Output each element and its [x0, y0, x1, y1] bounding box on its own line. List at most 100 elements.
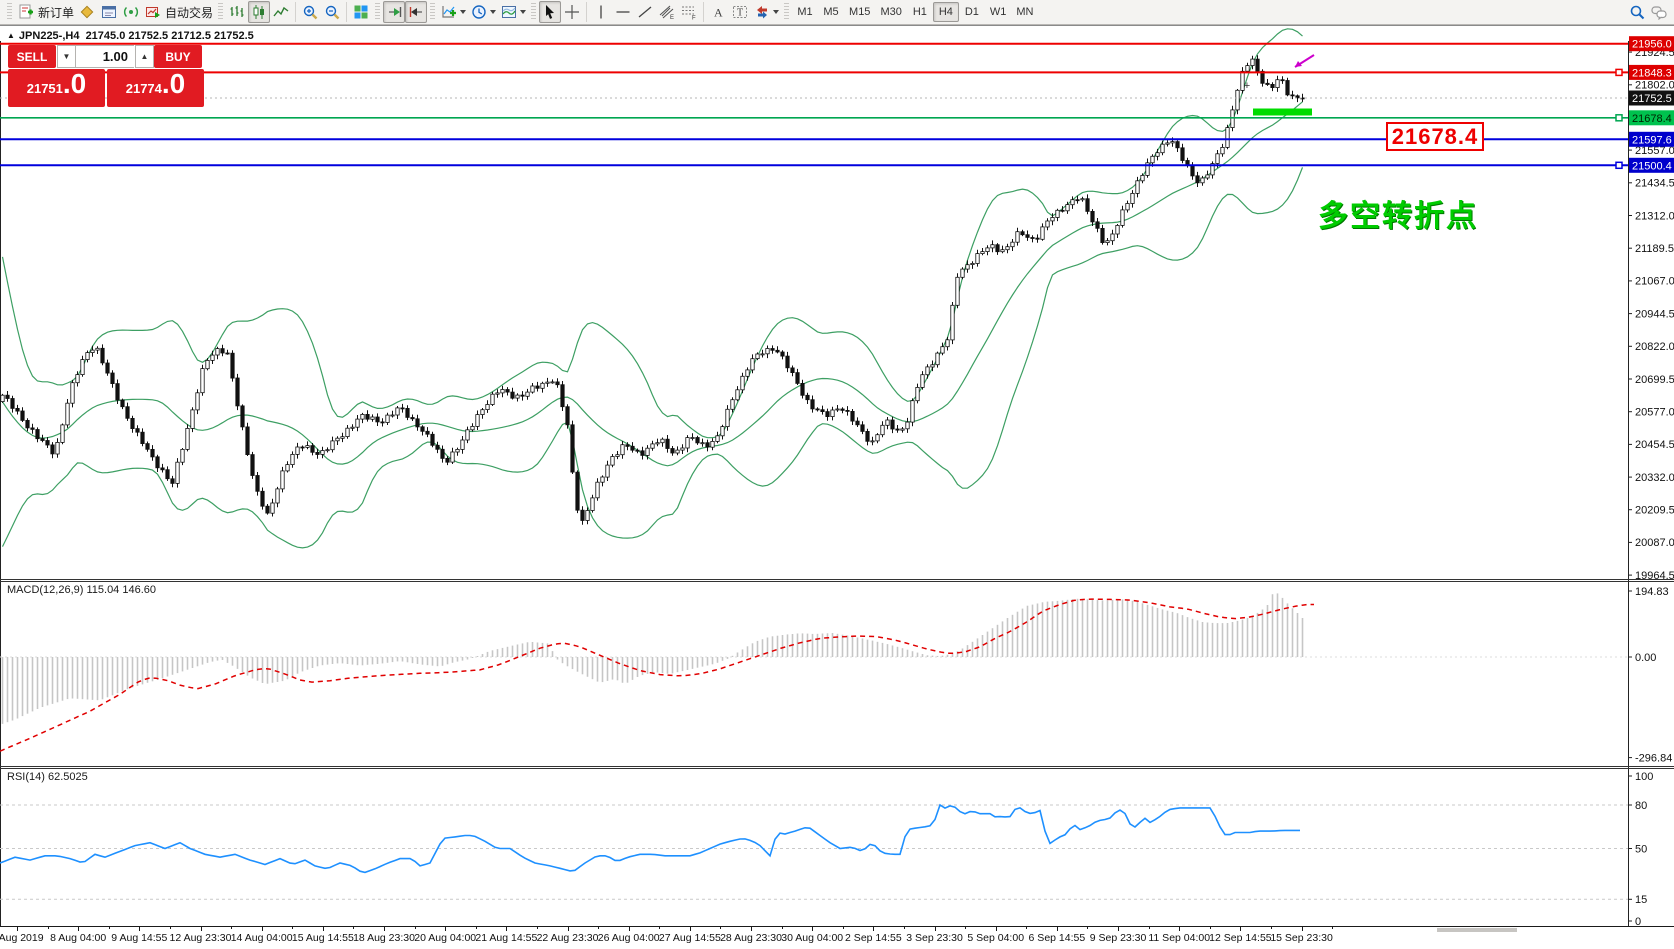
candle-bull — [1150, 155, 1155, 164]
bar-chart-button[interactable] — [226, 1, 248, 23]
cursor-button[interactable] — [539, 1, 562, 23]
date-minor-tick — [1209, 927, 1211, 929]
search-button[interactable] — [1626, 1, 1648, 23]
candle-bear — [1195, 175, 1200, 184]
fibonacci-button[interactable]: F — [678, 1, 700, 23]
toolbar-grip[interactable] — [531, 3, 537, 21]
toolbar-grip[interactable] — [375, 3, 381, 21]
templates-button[interactable] — [498, 1, 528, 23]
timeframe-d1-button[interactable]: D1 — [959, 2, 985, 22]
date-minor-tick — [781, 927, 783, 929]
buy-button[interactable]: BUY — [154, 45, 202, 68]
trendline-button[interactable] — [634, 1, 656, 23]
volume-decrease-button[interactable]: ▼ — [57, 45, 76, 68]
chart-shift-button[interactable] — [405, 1, 428, 23]
volume-input[interactable]: 1.00 — [76, 45, 134, 68]
new-order-button[interactable]: 新订单 — [15, 1, 76, 23]
pivot-annotation-text[interactable]: 多空转折点 — [1318, 191, 1478, 235]
line-handle[interactable] — [1615, 68, 1623, 77]
date-minor-tick — [720, 927, 722, 929]
candle-bull — [835, 408, 840, 411]
periods-button[interactable] — [468, 1, 498, 23]
crosshair-button[interactable] — [561, 1, 583, 23]
candle-bear — [40, 438, 45, 441]
timeframe-h1-button[interactable]: H1 — [907, 2, 933, 22]
arrows-button[interactable] — [751, 1, 781, 23]
buy-price-box[interactable]: 21774 .0 — [107, 69, 204, 107]
chart-canvas[interactable]: +21924.521802.021679.521557.021434.52131… — [0, 28, 1674, 928]
candle-bull — [595, 481, 600, 499]
candle-bull — [325, 449, 330, 452]
candle-bear — [820, 409, 825, 413]
candle-bear — [665, 438, 670, 449]
candle-bear — [425, 430, 430, 435]
date-label: 15 Aug 14:55 — [291, 932, 354, 944]
text-button[interactable]: A — [707, 1, 729, 23]
arrows-icon — [757, 6, 768, 19]
indicators-button[interactable] — [438, 1, 468, 23]
toolbar-grip[interactable] — [218, 3, 224, 21]
tile-windows-icon — [354, 5, 368, 19]
price-callout-box[interactable]: 21678.4 — [1386, 122, 1484, 151]
horizontal-line-button[interactable] — [612, 1, 634, 23]
timeframe-m15-button[interactable]: M15 — [844, 2, 875, 22]
candle-bull — [90, 349, 95, 354]
volume-increase-button[interactable]: ▲ — [135, 45, 154, 68]
timeframe-m5-button[interactable]: M5 — [818, 2, 844, 22]
signals-button[interactable] — [120, 1, 142, 23]
market-watch-button[interactable] — [76, 1, 98, 23]
timeframe-h4-button[interactable]: H4 — [932, 2, 959, 22]
chart-window: ▲ JPN225-,H4 21745.0 21752.5 21712.5 217… — [0, 25, 1674, 949]
line-handle[interactable] — [1615, 161, 1623, 170]
candle-bear — [150, 448, 155, 458]
tile-windows-button[interactable] — [350, 1, 372, 23]
candlestick-chart-button[interactable] — [248, 1, 271, 23]
timeframe-m30-button[interactable]: M30 — [875, 2, 906, 22]
candle-bull — [950, 304, 955, 341]
auto-scroll-button[interactable] — [383, 1, 406, 23]
candle-bear — [110, 372, 115, 385]
text-label-button[interactable]: T — [729, 1, 751, 23]
candle-bear — [30, 427, 35, 430]
candle-bull — [750, 358, 755, 371]
sell-price-box[interactable]: 21751 .0 — [8, 69, 105, 107]
price-badge-text: 21956.0 — [1632, 39, 1672, 51]
candle-bull — [690, 437, 695, 439]
timeframe-m1-button[interactable]: M1 — [792, 2, 818, 22]
toolbar-grip[interactable] — [430, 3, 436, 21]
svg-text:F: F — [692, 16, 696, 22]
arrows-dropdown-caret — [773, 10, 780, 14]
macd-tick-label: 194.83 — [1635, 586, 1669, 598]
date-tick — [751, 927, 753, 931]
candle-bear — [845, 409, 850, 412]
candle-bear — [1060, 209, 1065, 212]
chat-button[interactable] — [1648, 1, 1670, 23]
candle-bear — [410, 417, 415, 420]
vertical-line-button[interactable] — [590, 1, 612, 23]
toolbar-grip[interactable] — [784, 3, 790, 21]
date-minor-tick — [1026, 927, 1028, 929]
buy-price-main: 21774 — [125, 81, 162, 96]
line-handle[interactable] — [1615, 114, 1623, 122]
candle-bear — [1190, 165, 1195, 177]
sell-button[interactable]: SELL — [8, 45, 56, 68]
price-tick-label: 21312.0 — [1635, 210, 1674, 222]
candle-bear — [635, 449, 640, 452]
auto-trading-button[interactable]: 自动交易 — [142, 1, 215, 23]
horizontal-scrollbar-thumb[interactable] — [1437, 928, 1517, 932]
candle-bull — [980, 251, 985, 255]
toolbar-grip[interactable] — [7, 3, 12, 21]
candle-bull — [70, 382, 75, 404]
equidistant-channel-button[interactable]: E — [656, 1, 678, 23]
candle-bear — [1270, 84, 1275, 89]
zoom-out-button[interactable] — [321, 1, 343, 23]
timeframe-w1-button[interactable]: W1 — [985, 2, 1012, 22]
collapse-triangle-icon[interactable]: ▲ — [7, 31, 15, 40]
candle-bull — [700, 442, 705, 445]
line-chart-button[interactable] — [270, 1, 292, 23]
zoom-in-button[interactable] — [299, 1, 321, 23]
timeframe-mn-button[interactable]: MN — [1011, 2, 1038, 22]
data-window-button[interactable] — [98, 1, 120, 23]
rsi-label: RSI(14) 62.5025 — [7, 771, 88, 783]
price-tick-label: 20577.0 — [1635, 407, 1674, 419]
